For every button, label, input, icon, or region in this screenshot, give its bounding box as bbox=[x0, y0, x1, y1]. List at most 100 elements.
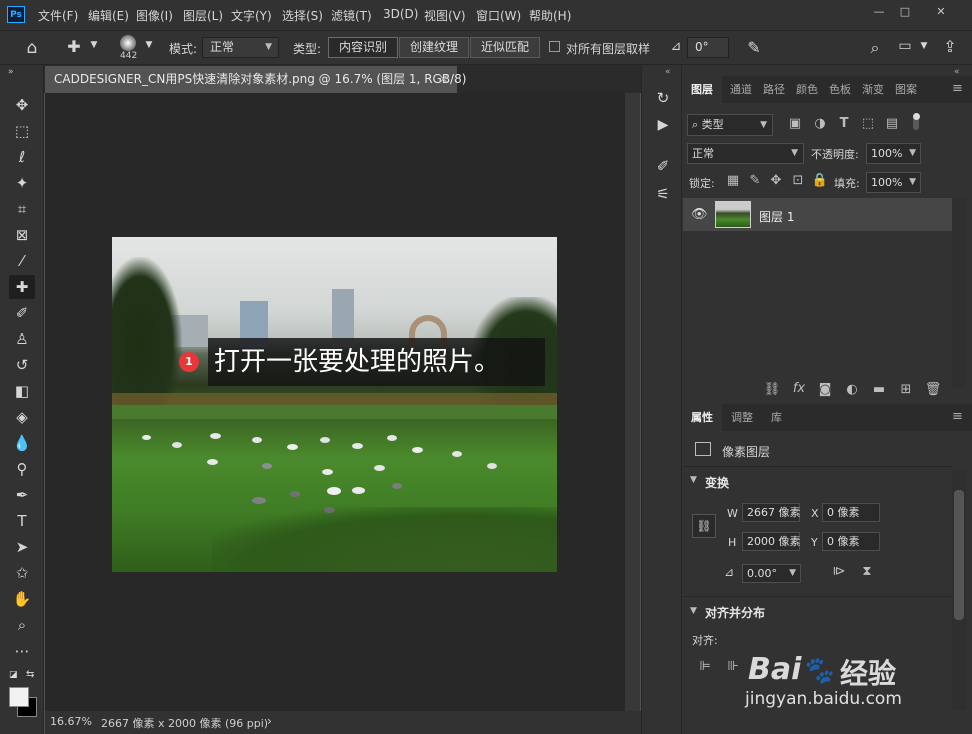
height-input[interactable]: 2000 像素 bbox=[742, 532, 801, 551]
panel-menu-icon[interactable]: ≡ bbox=[952, 81, 963, 96]
tab-adjustments[interactable]: 调整 bbox=[731, 404, 753, 431]
swap-colors-icon[interactable]: ⇆ bbox=[26, 669, 34, 680]
new-group-icon[interactable]: ▬ bbox=[870, 382, 888, 397]
tab-libraries[interactable]: 库 bbox=[771, 404, 782, 431]
rotate-input[interactable]: 0.00° ▼ bbox=[742, 564, 801, 583]
menu-layer[interactable]: 图层(L) bbox=[183, 7, 223, 24]
align-center-icon[interactable]: ⊪ bbox=[724, 659, 742, 674]
canvas-scrollbar[interactable] bbox=[625, 93, 640, 711]
menu-filter[interactable]: 滤镜(T) bbox=[331, 7, 372, 24]
layer-effects-icon[interactable]: fx bbox=[790, 381, 808, 396]
foreground-color-swatch[interactable] bbox=[9, 687, 29, 707]
menu-select[interactable]: 选择(S) bbox=[282, 7, 323, 24]
chevron-down-icon[interactable]: ▼ bbox=[690, 475, 697, 485]
tab-swatches[interactable]: 色板 bbox=[829, 76, 851, 103]
layers-scrollbar[interactable] bbox=[952, 198, 966, 388]
menu-view[interactable]: 视图(V) bbox=[424, 7, 466, 24]
zoom-tool-icon[interactable]: ⌕ bbox=[9, 613, 35, 637]
align-section-title[interactable]: 对齐并分布 bbox=[705, 604, 765, 621]
minimize-button[interactable]: — bbox=[866, 4, 892, 20]
new-adjustment-layer-icon[interactable]: ◐ bbox=[843, 382, 861, 397]
flip-vertical-icon[interactable]: ⧗ bbox=[858, 564, 876, 579]
menu-help[interactable]: 帮助(H) bbox=[529, 7, 571, 24]
move-tool-icon[interactable]: ✥ bbox=[9, 93, 35, 117]
marquee-tool-icon[interactable]: ⬚ bbox=[9, 119, 35, 143]
document-tab[interactable]: CADDESIGNER_CN用PS快速清除对象素材.png @ 16.7% (图… bbox=[45, 66, 466, 93]
menu-file[interactable]: 文件(F) bbox=[38, 7, 78, 24]
frame-tool-icon[interactable]: ⊠ bbox=[9, 223, 35, 247]
filter-smart-object-icon[interactable]: ▤ bbox=[883, 116, 901, 131]
menu-window[interactable]: 窗口(W) bbox=[476, 7, 521, 24]
mode-select[interactable]: 正常 ▼ bbox=[202, 37, 279, 58]
dodge-tool-icon[interactable]: ⚲ bbox=[9, 457, 35, 481]
tab-properties[interactable]: 属性 bbox=[682, 404, 722, 431]
link-dimensions-icon[interactable]: ⛓ bbox=[692, 514, 716, 538]
transform-section-title[interactable]: 变换 bbox=[705, 474, 729, 491]
type-tool-icon[interactable]: T bbox=[9, 509, 35, 533]
crop-tool-icon[interactable]: ⌗ bbox=[9, 197, 35, 221]
brush-tool-icon[interactable]: ✐ bbox=[9, 301, 35, 325]
chevron-down-icon[interactable]: ▼ bbox=[918, 41, 930, 51]
pressure-icon[interactable]: ✎ bbox=[744, 38, 764, 57]
shape-tool-icon[interactable]: ✩ bbox=[9, 561, 35, 585]
tab-channels[interactable]: 通道 bbox=[730, 76, 752, 103]
link-layers-icon[interactable]: ⛓ bbox=[763, 382, 781, 397]
align-left-icon[interactable]: ⊫ bbox=[696, 659, 714, 674]
menu-image[interactable]: 图像(I) bbox=[136, 7, 173, 24]
width-input[interactable]: 2667 像素 bbox=[742, 503, 801, 522]
lock-transparent-icon[interactable]: ▦ bbox=[724, 173, 742, 188]
fill-input[interactable]: 100% ▼ bbox=[866, 172, 921, 193]
eraser-tool-icon[interactable]: ◧ bbox=[9, 379, 35, 403]
delete-layer-icon[interactable]: 🗑 bbox=[924, 382, 942, 397]
flip-horizontal-icon[interactable]: ⧐ bbox=[830, 564, 848, 579]
close-button[interactable]: ✕ bbox=[928, 4, 954, 20]
angle-input[interactable]: 0° bbox=[687, 37, 729, 58]
lock-pixels-icon[interactable]: ✎ bbox=[746, 173, 764, 188]
create-texture-button[interactable]: 创建纹理 bbox=[399, 37, 469, 58]
lock-position-icon[interactable]: ✥ bbox=[767, 173, 785, 188]
layer-filter-select[interactable]: ⌕ 类型 ▼ bbox=[687, 114, 773, 136]
chevron-down-icon[interactable]: ▼ bbox=[143, 40, 155, 50]
zoom-level[interactable]: 16.67% bbox=[50, 715, 92, 728]
layer-thumbnail[interactable] bbox=[715, 201, 751, 228]
blend-mode-select[interactable]: 正常 ▼ bbox=[687, 143, 804, 164]
healing-brush-tool-icon[interactable]: ✚ bbox=[9, 275, 35, 299]
visibility-eye-icon[interactable]: 👁 bbox=[691, 207, 708, 222]
blur-tool-icon[interactable]: 💧 bbox=[9, 431, 35, 455]
x-input[interactable]: 0 像素 bbox=[822, 503, 880, 522]
tab-paths[interactable]: 路径 bbox=[763, 76, 785, 103]
history-panel-icon[interactable]: ↻ bbox=[653, 89, 673, 107]
paint-bucket-tool-icon[interactable]: ◈ bbox=[9, 405, 35, 429]
clone-stamp-tool-icon[interactable]: ♙ bbox=[9, 327, 35, 351]
menu-edit[interactable]: 编辑(E) bbox=[88, 7, 129, 24]
adjust-panel-icon[interactable]: ⚟ bbox=[653, 185, 673, 203]
properties-scrollbar-thumb[interactable] bbox=[954, 490, 964, 620]
tab-layers[interactable]: 图层 bbox=[682, 76, 722, 103]
filter-type-icon[interactable]: T bbox=[835, 116, 853, 131]
spot-healing-brush-icon[interactable]: ✚ bbox=[63, 37, 85, 56]
hand-tool-icon[interactable]: ✋ bbox=[9, 587, 35, 611]
layer-name[interactable]: 图层 1 bbox=[759, 208, 794, 225]
collapse-icon[interactable]: » bbox=[8, 67, 14, 77]
lasso-tool-icon[interactable]: ℓ bbox=[9, 145, 35, 169]
filter-shape-icon[interactable]: ⬚ bbox=[859, 116, 877, 131]
home-icon[interactable]: ⌂ bbox=[22, 38, 42, 58]
panel-menu-icon[interactable]: ≡ bbox=[952, 409, 963, 424]
magic-wand-tool-icon[interactable]: ✦ bbox=[9, 171, 35, 195]
chevron-down-icon[interactable]: ▼ bbox=[88, 40, 100, 50]
opacity-input[interactable]: 100% ▼ bbox=[866, 143, 921, 164]
expand-icon[interactable]: « bbox=[665, 67, 671, 77]
chevron-down-icon[interactable]: ▼ bbox=[690, 606, 697, 616]
share-icon[interactable]: ⇪ bbox=[940, 37, 960, 56]
brush-preview-icon[interactable] bbox=[120, 35, 136, 51]
lock-all-icon[interactable]: 🔒 bbox=[811, 173, 829, 188]
document-image[interactable] bbox=[112, 237, 557, 572]
workspace-icon[interactable]: ▭ bbox=[895, 38, 915, 54]
status-menu-arrow[interactable]: › bbox=[267, 714, 272, 728]
close-tab-icon[interactable]: × bbox=[438, 66, 449, 93]
tab-gradients[interactable]: 渐变 bbox=[862, 76, 884, 103]
maximize-button[interactable]: □ bbox=[892, 4, 918, 20]
filter-adjustment-icon[interactable]: ◑ bbox=[811, 116, 829, 131]
menu-type[interactable]: 文字(Y) bbox=[231, 7, 272, 24]
more-tools-icon[interactable]: ⋯ bbox=[9, 639, 35, 663]
